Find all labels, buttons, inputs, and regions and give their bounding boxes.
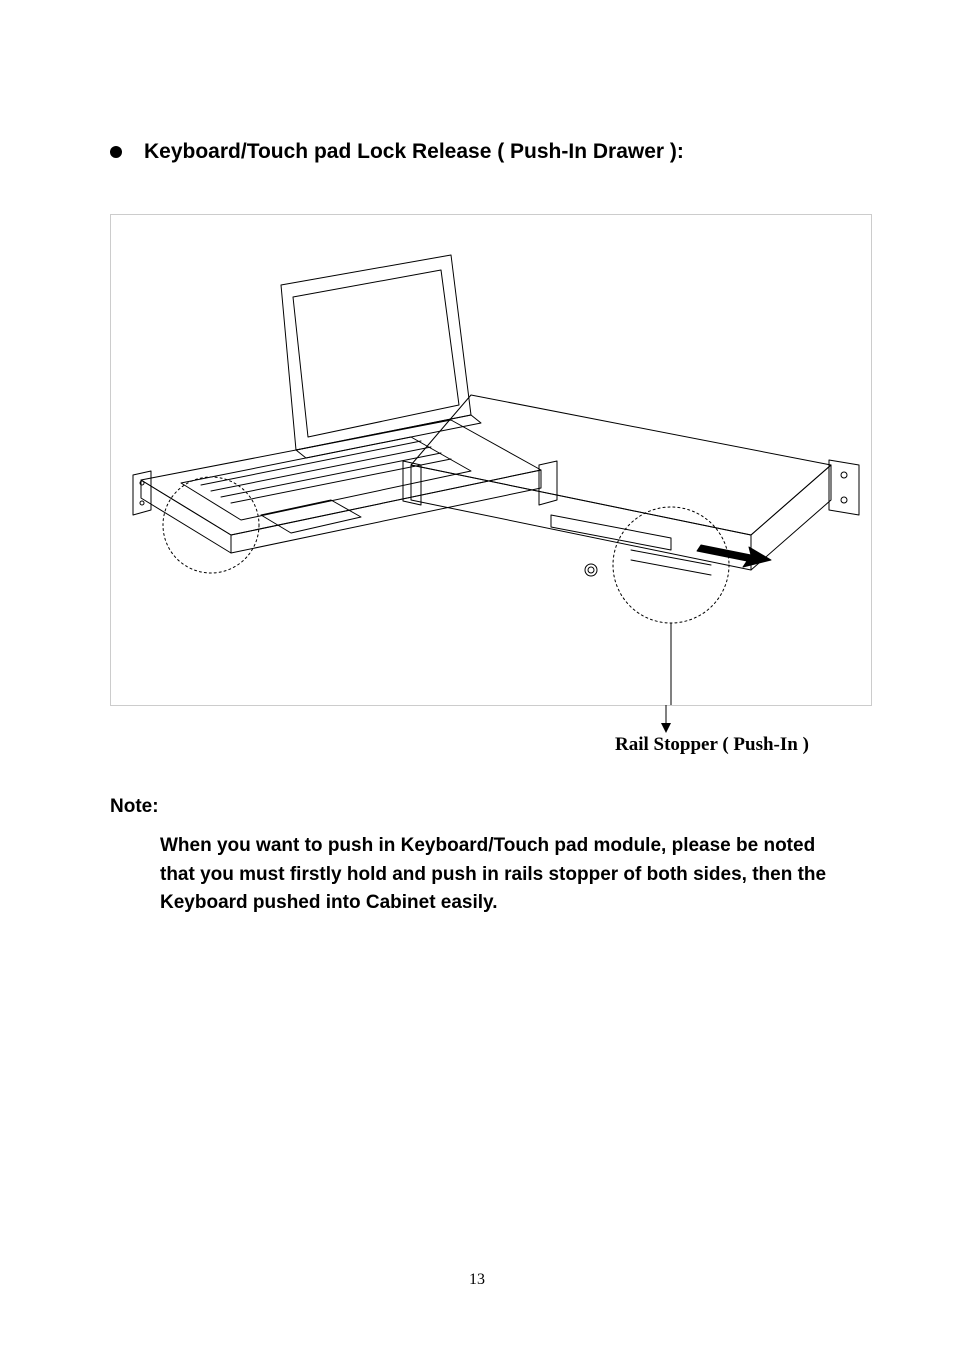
technical-figure [110,214,872,706]
section-heading: Keyboard/Touch pad Lock Release ( Push-I… [144,140,684,164]
note-label: Note: [110,796,864,818]
bullet-icon [110,146,122,158]
note-body: When you want to push in Keyboard/Touch … [160,832,840,918]
note-block: Note: When you want to push in Keyboard/… [110,796,864,918]
kvm-drawer-illustration [111,215,871,705]
arrow-down-icon [656,705,676,735]
figure-caption-row: Rail Stopper ( Push-In ) [110,706,870,766]
page-number: 13 [0,1271,954,1289]
figure-caption: Rail Stopper ( Push-In ) [615,734,809,756]
heading-row: Keyboard/Touch pad Lock Release ( Push-I… [110,140,864,164]
document-page: Keyboard/Touch pad Lock Release ( Push-I… [0,0,954,1351]
